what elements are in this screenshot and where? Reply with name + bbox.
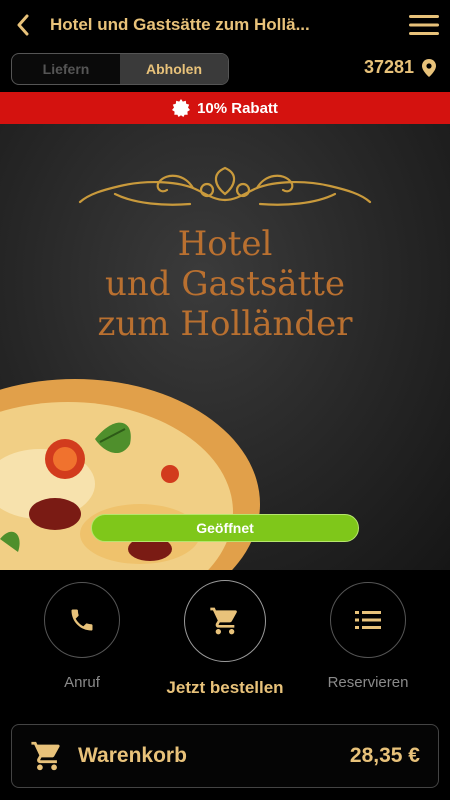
reserve-button[interactable] [330,582,406,658]
discount-banner: 10% Rabatt [0,92,450,124]
cart-total: 28,35 € [349,744,420,767]
discount-text: 10% Rabatt [197,99,278,117]
open-status-badge: Geöffnet [91,514,359,542]
order-now-action[interactable]: Jetzt bestellen [166,580,284,698]
call-action[interactable]: Anruf [44,582,120,691]
restaurant-name-line: und Gastsätte [104,264,346,304]
location-selector[interactable]: 37281 [364,57,436,78]
restaurant-name: Hotel und Gastsätte zum Holländer [0,224,450,344]
hero-banner: Hotel und Gastsätte zum Holländer Geöffn… [0,124,450,570]
app-header: Hotel und Gastsätte zum Hollä... [0,0,450,50]
postal-code: 37281 [363,57,414,77]
back-button[interactable] [0,0,46,50]
cart-bar[interactable]: Warenkorb 28,35 € [11,724,439,788]
page-title: Hotel und Gastsätte zum Hollä... [50,15,310,34]
call-button[interactable] [44,582,120,658]
restaurant-name-line: zum Holländer [97,304,353,344]
toggle-option-abholen[interactable]: Abholen [120,54,228,84]
restaurant-name-line: Hotel [177,224,273,264]
reserve-label: Reservieren [327,674,409,691]
order-now-button[interactable] [184,580,266,662]
hamburger-menu-icon [409,15,439,35]
toggle-option-liefern[interactable]: Liefern [12,54,120,84]
order-now-label: Jetzt bestellen [166,678,284,697]
ornament-icon [78,166,372,206]
order-mode-toggle: Liefern Abholen [11,53,229,85]
chevron-left-icon [17,14,29,36]
phone-icon [71,609,93,631]
list-icon [355,611,381,629]
call-label: Anruf [64,674,100,691]
order-mode-row: Liefern Abholen 37281 [0,52,450,88]
reserve-action[interactable]: Reservieren [327,582,409,691]
quick-actions: Anruf Jetzt bestellen Reservieren [0,570,450,720]
cart-label: Warenkorb [78,744,187,767]
map-pin-icon [422,58,436,77]
cart-icon [31,741,60,771]
cart-icon [210,607,237,635]
badge-icon [172,99,191,117]
menu-button[interactable] [398,0,450,50]
